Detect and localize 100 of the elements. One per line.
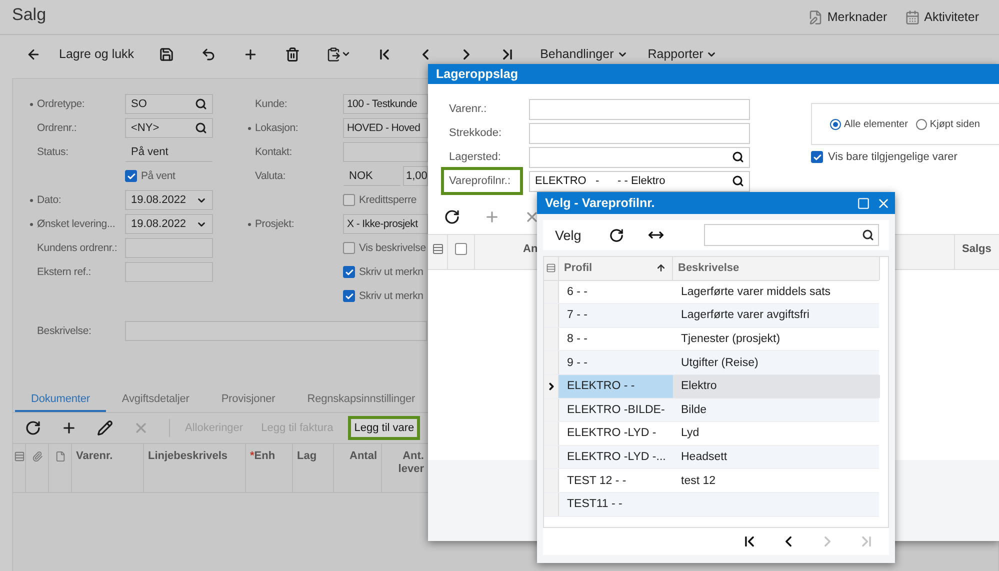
check-icon: [344, 292, 354, 300]
column-header[interactable]: Profil: [559, 257, 673, 280]
table-cell[interactable]: Lagerførte varer middels sats: [673, 280, 880, 304]
field-label: Ordretype:: [37, 98, 86, 110]
column-header[interactable]: Salgs: [962, 243, 992, 255]
columns-icon[interactable]: [546, 263, 556, 274]
lookup-field[interactable]: <NY>: [125, 118, 213, 138]
columns-icon[interactable]: [14, 451, 24, 462]
field-label: Ønsket levering...: [37, 218, 116, 230]
table-cell[interactable]: Headsett: [673, 446, 880, 468]
menu-button[interactable]: Behandlinger: [540, 47, 628, 61]
refresh-icon[interactable]: [444, 209, 460, 225]
table-cell[interactable]: ELEKTRO -LYD -: [559, 422, 673, 445]
rate-field[interactable]: 1,00: [403, 166, 428, 186]
lookup-field[interactable]: SO: [125, 94, 213, 114]
search-icon[interactable]: [195, 98, 207, 110]
table-cell[interactable]: Utgifter (Reise): [673, 351, 880, 374]
text-field[interactable]: [343, 142, 428, 162]
lookup-field[interactable]: ELEKTRO - - - Elektro: [529, 170, 750, 192]
search-icon[interactable]: [195, 122, 207, 134]
table-cell[interactable]: 7 - -: [559, 304, 673, 327]
description-field[interactable]: [125, 321, 427, 341]
pencil-icon[interactable]: [97, 420, 113, 436]
header-link[interactable]: Merknader: [808, 10, 888, 24]
table-cell[interactable]: Lyd: [673, 422, 880, 445]
column-header[interactable]: Lag: [297, 450, 317, 462]
column-header[interactable]: Ant. lever: [386, 450, 424, 476]
checkbox[interactable]: På vent: [125, 170, 176, 182]
column-header[interactable]: An: [523, 243, 538, 255]
refresh-icon[interactable]: [25, 420, 41, 436]
sort-arrow-icon: [656, 263, 666, 274]
checkbox[interactable]: Kredittsperre: [343, 194, 417, 206]
field-label: Kunde:: [255, 98, 288, 110]
save-icon[interactable]: [158, 46, 174, 62]
table-cell[interactable]: 9 - -: [559, 351, 673, 374]
column-header[interactable]: Antal: [338, 450, 377, 463]
table-cell[interactable]: 6 - -: [559, 280, 673, 304]
table-cell[interactable]: ELEKTRO -BILDE-: [559, 398, 673, 422]
field-label: Valuta:: [255, 170, 287, 182]
table-cell[interactable]: Tjenester (prosjekt): [673, 328, 880, 350]
checkbox[interactable]: Skriv ut merkn: [343, 266, 424, 278]
lookup-field[interactable]: [529, 146, 750, 168]
radio-option[interactable]: Alle elementer: [830, 118, 908, 130]
search-icon[interactable]: [732, 175, 744, 187]
text-field[interactable]: [125, 238, 213, 258]
plus-icon[interactable]: [61, 420, 77, 436]
table-cell[interactable]: TEST 12 - -: [559, 469, 673, 492]
select-button[interactable]: Velg: [555, 228, 582, 242]
column-header[interactable]: Enh: [254, 450, 276, 462]
menu-button[interactable]: Rapporter: [648, 47, 718, 61]
note-icon: [808, 10, 824, 24]
field-label: Dato:: [37, 194, 62, 206]
table-cell[interactable]: Lagerførte varer avgiftsfri: [673, 304, 880, 327]
table-cell[interactable]: Bilde: [673, 398, 880, 422]
column-header[interactable]: Linjebeskrivels: [148, 450, 228, 462]
file-icon: [54, 451, 66, 462]
field-label: Strekkode:: [448, 127, 503, 139]
header-link[interactable]: Aktiviteter: [905, 10, 979, 24]
radio-option[interactable]: Kjøpt siden: [916, 118, 980, 130]
maximize-icon[interactable]: [857, 196, 870, 210]
check-icon: [344, 268, 354, 276]
plus-icon[interactable]: [242, 46, 258, 62]
date-field[interactable]: 19.08.2022: [125, 214, 213, 234]
field-label: Lokasjon:: [255, 122, 300, 134]
text-field[interactable]: HOVED - Hoved: [343, 118, 428, 138]
column-header[interactable]: Beskrivelse: [673, 257, 880, 280]
field-label: Lagersted:: [448, 151, 502, 163]
refresh-icon[interactable]: [609, 228, 624, 242]
table-cell[interactable]: ELEKTRO -LYD -...: [559, 446, 673, 468]
checkbox[interactable]: [455, 243, 467, 255]
text-field[interactable]: [529, 122, 750, 144]
table-cell[interactable]: 8 - -: [559, 328, 673, 350]
checkbox[interactable]: Vis bare tilgjengelige varer: [811, 151, 999, 163]
date-field[interactable]: 19.08.2022: [125, 190, 213, 210]
table-cell[interactable]: Elektro: [673, 374, 880, 398]
checkbox[interactable]: Skriv ut merkn: [343, 290, 424, 302]
table-cell[interactable]: ELEKTRO - -: [559, 374, 673, 398]
checkbox[interactable]: Vis beskrivelse: [343, 242, 426, 254]
save-close-button[interactable]: Lagre og lukk: [59, 47, 134, 61]
status-value: På vent: [125, 142, 213, 162]
table-cell[interactable]: test 12: [673, 469, 880, 492]
column-header[interactable]: Varenr.: [76, 450, 113, 462]
text-field[interactable]: X - Ikke-prosjekt: [343, 214, 428, 234]
text-field[interactable]: 100 - Testkunde: [343, 94, 428, 114]
undo-icon[interactable]: [200, 46, 216, 62]
currency-field[interactable]: NOK: [343, 166, 401, 186]
field-label: Ordrenr.:: [37, 122, 78, 134]
row-selector[interactable]: [544, 374, 559, 398]
columns-icon[interactable]: [432, 243, 444, 255]
search-icon[interactable]: [862, 229, 874, 241]
field-label: Beskrivelse:: [37, 325, 92, 337]
dialog-title: Lageroppslag: [436, 67, 519, 81]
search-icon[interactable]: [732, 151, 744, 163]
text-field[interactable]: [125, 262, 213, 282]
search-field[interactable]: [704, 224, 880, 246]
trash-icon[interactable]: [284, 46, 300, 62]
clipboard-icon[interactable]: [326, 46, 352, 62]
action-button[interactable]: Legg til vare: [348, 416, 420, 440]
text-field[interactable]: [529, 98, 750, 120]
back-icon[interactable]: [26, 46, 40, 62]
